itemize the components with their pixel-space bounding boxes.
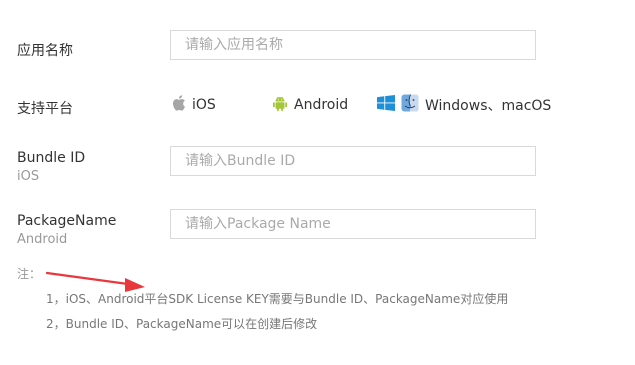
annotation-arrow <box>45 271 145 292</box>
